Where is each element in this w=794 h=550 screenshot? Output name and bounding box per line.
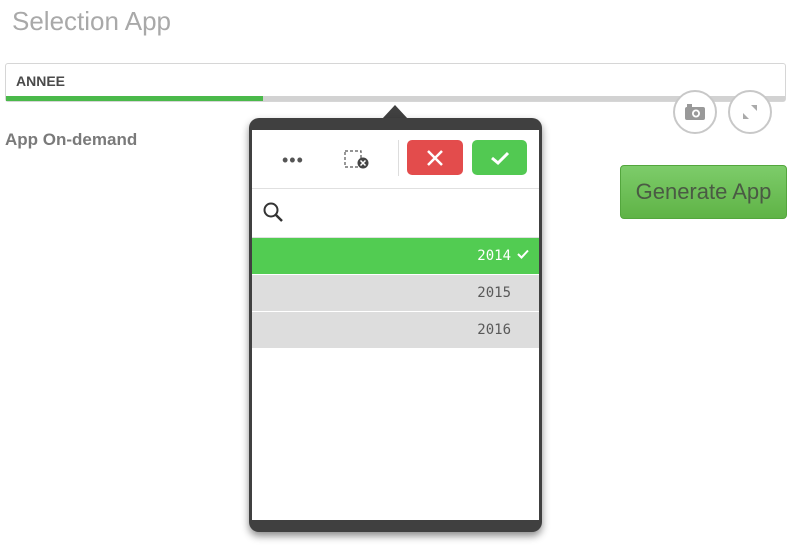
popover-arrow [382, 105, 408, 119]
expand-icon [743, 105, 757, 119]
more-options-icon[interactable]: ••• [282, 150, 304, 171]
field-label: ANNEE [16, 73, 66, 89]
selected-check-icon [517, 249, 529, 259]
list-item-value: 2015 [477, 285, 511, 301]
popover-toolbar: ••• [252, 130, 539, 189]
selection-bar [6, 96, 785, 101]
toolbar-divider [398, 140, 399, 176]
selection-popover: ••• 2014 2015 2016 [249, 118, 542, 532]
value-list: 2014 2015 2016 [252, 238, 539, 349]
search-input[interactable] [252, 189, 539, 238]
page-title: Selection App [12, 6, 172, 36]
clear-selection-icon [344, 150, 369, 169]
confirm-selection-button[interactable] [472, 140, 527, 175]
list-item-value: 2014 [477, 248, 511, 264]
clear-selection-button[interactable] [344, 150, 370, 175]
list-item[interactable]: 2014 [252, 238, 539, 275]
list-item-value: 2016 [477, 322, 511, 338]
list-item[interactable]: 2015 [252, 275, 539, 312]
snapshot-button[interactable] [673, 90, 717, 134]
cancel-selection-button[interactable] [407, 140, 463, 175]
expand-button[interactable] [728, 90, 772, 134]
check-icon [490, 151, 509, 165]
list-item[interactable]: 2016 [252, 312, 539, 349]
selection-bar-fill [6, 96, 264, 101]
field-annee[interactable]: ANNEE [5, 63, 786, 102]
generate-app-button[interactable]: Generate App [620, 165, 787, 219]
close-icon [427, 149, 443, 166]
section-title: App On-demand [5, 130, 138, 149]
search-icon [263, 202, 283, 222]
camera-icon [685, 104, 705, 120]
